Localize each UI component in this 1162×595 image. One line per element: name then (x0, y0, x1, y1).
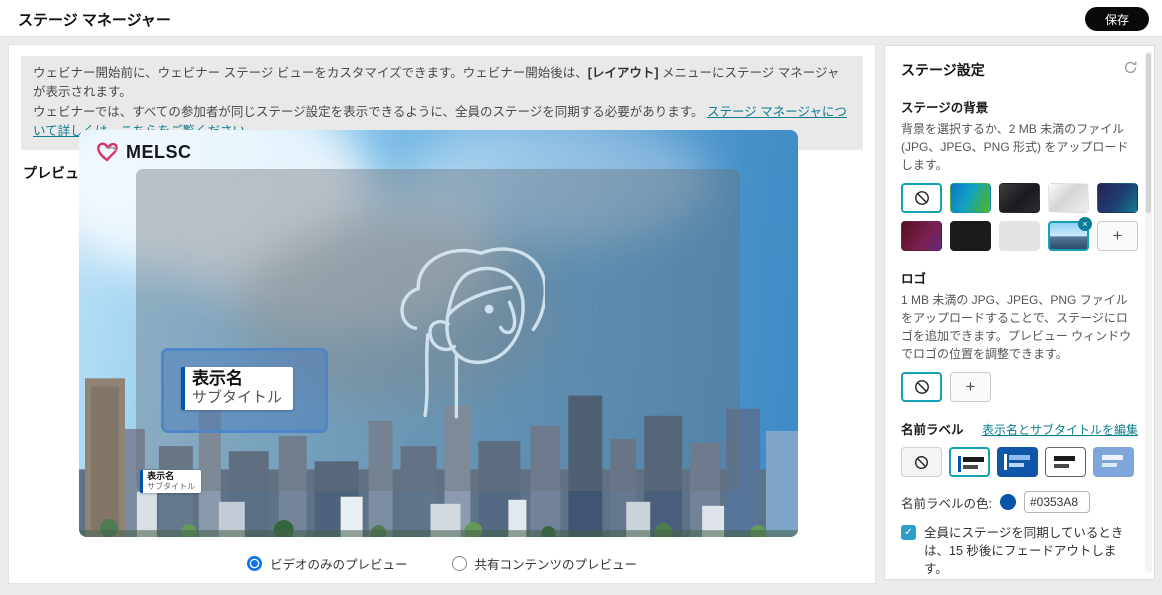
background-upload-button[interactable]: + (1097, 221, 1138, 251)
remove-background-icon[interactable]: × (1078, 217, 1092, 231)
label-style-line (963, 457, 984, 462)
background-thumb-dark-waves[interactable] (999, 183, 1040, 213)
refresh-icon[interactable] (1123, 60, 1138, 80)
radio-video-only-label: ビデオのみのプレビュー (269, 558, 408, 572)
banner-line1-pre: ウェビナー開始前に、ウェビナー ステージ ビューをカスタマイズできます。ウェビナ… (33, 66, 588, 80)
name-label-small: 表示名 サブタイトル (140, 469, 202, 494)
background-thumb-light-gray[interactable] (999, 221, 1040, 251)
label-style-left-bar-dark[interactable] (997, 447, 1038, 477)
no-logo-icon (914, 380, 929, 394)
label-style-line (1009, 455, 1030, 460)
settings-scrollbar[interactable] (1145, 51, 1152, 573)
brand-logo: MELSC (95, 140, 192, 164)
avatar-face-line-art (400, 247, 546, 419)
radio-selected-icon[interactable] (246, 556, 262, 571)
label-style-translucent[interactable] (1093, 447, 1134, 477)
background-thumb-red-purple[interactable] (901, 221, 942, 251)
background-thumbnail-grid: × + (901, 183, 1138, 251)
label-style-line (1054, 464, 1069, 468)
background-heading: ステージの背景 (901, 101, 989, 115)
label-style-line (1102, 455, 1123, 460)
name-label-style-options (901, 447, 1138, 477)
background-thumb-navy-teal[interactable] (1097, 183, 1138, 213)
label-style-line (963, 465, 978, 469)
name-label-drag-frame[interactable]: 表示名 サブタイトル (160, 348, 328, 434)
logo-description: 1 MB 未満の JPG、JPEG、PNG ファイルをアップロードすることで、ス… (901, 293, 1132, 361)
color-label: 名前ラベルの色: (901, 496, 992, 511)
color-swatch[interactable] (999, 494, 1016, 510)
subtitle-text-small: サブタイトル (147, 481, 196, 491)
display-name-text-small: 表示名 (147, 470, 175, 481)
scrollbar-thumb[interactable] (1146, 53, 1151, 213)
stage-settings-panel: ステージ設定 ステージの背景 背景を選択するか、2 MB 未満のファイル (JP… (884, 45, 1155, 580)
label-style-bar (958, 456, 961, 472)
brand-logo-text: MELSC (126, 141, 192, 162)
plus-icon: + (1112, 226, 1123, 245)
subtitle-text: サブタイトル (191, 388, 282, 406)
save-button[interactable]: 保存 (1084, 7, 1149, 31)
fade-out-setting: ✓ 全員にステージを同期しているときは、15 秒後にフェードアウトします。 (901, 524, 1138, 578)
background-thumb-city-photo-selected[interactable]: × (1048, 217, 1092, 251)
banner-line1-bold: [レイアウト] (587, 66, 659, 80)
display-name-text: 表示名 (191, 369, 243, 389)
settings-title: ステージ設定 (901, 62, 985, 78)
melsc-heart-icon (97, 142, 118, 162)
preview-mode-radio-group: ビデオのみのプレビュー 共有コンテンツのプレビュー (9, 554, 875, 573)
no-background-icon (914, 191, 929, 205)
plus-icon: + (965, 377, 976, 396)
label-style-line (1054, 456, 1075, 461)
label-style-bar (1004, 454, 1007, 470)
label-style-plain-light[interactable] (1045, 447, 1086, 477)
stage-preview: MELSC 表示名 サブタイトル 表示名 サブタイトル (79, 130, 798, 537)
label-style-left-bar-light-selected[interactable] (949, 447, 990, 477)
color-hex-input[interactable] (1023, 491, 1090, 513)
radio-shared-content-label: 共有コンテンツのプレビュー (474, 558, 638, 572)
radio-unselected-icon[interactable] (451, 556, 467, 571)
logo-none-option[interactable] (901, 372, 942, 402)
name-label-large[interactable]: 表示名 サブタイトル (180, 367, 293, 410)
background-thumb-white-silk[interactable] (1048, 183, 1089, 213)
background-thumb-black[interactable] (950, 221, 991, 251)
name-label-color-row: 名前ラベルの色: (901, 491, 1138, 513)
background-thumb-blue-green[interactable] (950, 183, 991, 213)
radio-shared-content-preview[interactable]: 共有コンテンツのプレビュー (451, 554, 638, 573)
edit-display-name-link[interactable]: 表示名とサブタイトルを編集 (982, 421, 1138, 438)
name-label-heading: 名前ラベル (901, 423, 964, 437)
banner-line2: ウェビナーでは、すべての参加者が同じステージ設定を表示できるように、全員のステー… (33, 104, 704, 119)
fade-out-label: 全員にステージを同期しているときは、15 秒後にフェードアウトします。 (924, 526, 1124, 577)
logo-options: + (901, 372, 1138, 402)
logo-upload-button[interactable]: + (950, 372, 991, 402)
logo-heading: ロゴ (901, 272, 927, 286)
background-description: 背景を選択するか、2 MB 未満のファイル (JPG、JPEG、PNG 形式) … (901, 122, 1129, 172)
background-none-option[interactable] (901, 183, 942, 213)
main-panel: ウェビナー開始前に、ウェビナー ステージ ビューをカスタマイズできます。ウェビナ… (8, 44, 876, 584)
fade-out-checkbox-checked[interactable]: ✓ (901, 525, 916, 540)
no-label-icon (915, 455, 928, 469)
page-title: ステージ マネージャー (18, 12, 171, 29)
label-style-none[interactable] (901, 447, 942, 477)
label-style-line (1102, 463, 1117, 467)
top-header: ステージ マネージャー 保存 (0, 0, 1162, 37)
radio-video-only-preview[interactable]: ビデオのみのプレビュー (246, 554, 408, 573)
label-style-line (1009, 463, 1024, 467)
